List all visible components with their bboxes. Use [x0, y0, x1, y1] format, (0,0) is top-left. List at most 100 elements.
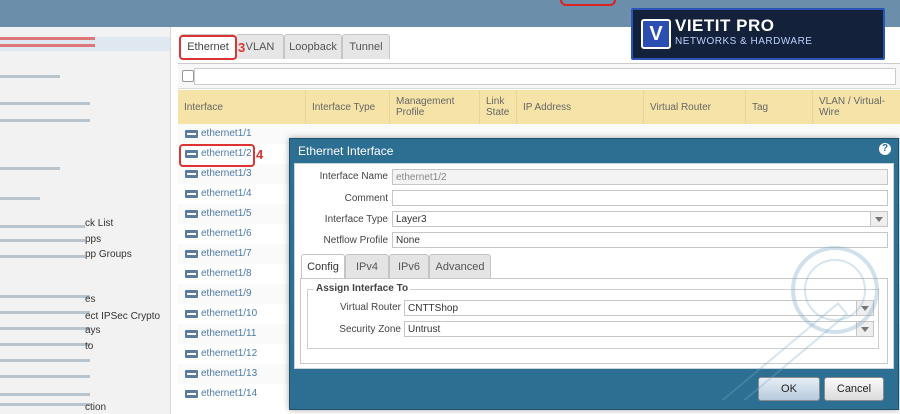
sidebar-bar [0, 44, 95, 47]
annotation-box-ethernet1-2 [179, 144, 255, 167]
vietit-pro-logo: V VIETIT PRO NETWORKS & HARDWARE [631, 8, 885, 60]
dialog-title: Ethernet Interface [298, 144, 394, 158]
ethernet-interface-dialog: Ethernet Interface ? Interface Name ethe… [289, 138, 899, 410]
ethernet-port-icon [185, 250, 198, 258]
interface-link[interactable]: ethernet1/6 [201, 228, 252, 239]
sidebar-bar [0, 393, 90, 396]
interface-name-field: ethernet1/2 [392, 169, 888, 185]
ethernet-port-icon [185, 210, 198, 218]
filter-bar [178, 63, 900, 89]
sidebar-item[interactable]: ction [85, 402, 106, 413]
tab-tunnel[interactable]: Tunnel [342, 34, 390, 59]
sidebar-bar [0, 311, 90, 314]
sidebar-bar [0, 403, 90, 406]
help-icon[interactable]: ? [879, 143, 891, 155]
highlighted-top-tab[interactable] [560, 0, 616, 6]
tab-ipv4[interactable]: IPv4 [345, 254, 389, 279]
sidebar-bar [0, 119, 90, 122]
netflow-profile-label: Netflow Profile [323, 235, 388, 246]
interface-link[interactable]: ethernet1/11 [201, 328, 256, 339]
interface-link[interactable]: ethernet1/7 [201, 248, 252, 259]
interface-link[interactable]: ethernet1/14 [201, 388, 257, 399]
sidebar-bar [0, 255, 85, 258]
sidebar-bar [0, 295, 90, 298]
config-panel: Assign Interface To Virtual Router CNTTS… [300, 278, 888, 364]
comment-field[interactable] [392, 190, 888, 206]
interface-link[interactable]: ethernet1/3 [201, 168, 252, 179]
tab-advanced[interactable]: Advanced [429, 254, 491, 279]
sidebar-item[interactable]: to [85, 341, 93, 352]
tab-ipv6[interactable]: IPv6 [389, 254, 429, 279]
interface-link[interactable]: ethernet1/9 [201, 288, 252, 299]
assign-interface-group: Assign Interface To Virtual Router CNTTS… [307, 283, 879, 349]
ethernet-port-icon [185, 230, 198, 238]
sidebar-bar [0, 197, 40, 200]
sidebar-bar [0, 239, 85, 242]
sidebar-item[interactable]: ect IPSec Crypto [85, 311, 160, 322]
sidebar-bar [0, 37, 95, 40]
security-zone-select[interactable]: Untrust [404, 321, 874, 337]
interface-type-select[interactable]: Layer3 [392, 211, 888, 227]
column-header-interface[interactable]: Interface [178, 90, 306, 124]
interface-type-label: Interface Type [324, 214, 388, 225]
interface-link[interactable]: ethernet1/1 [201, 128, 252, 139]
chevron-down-icon[interactable] [870, 212, 887, 226]
ethernet-port-icon [185, 190, 198, 198]
sidebar-bar [0, 75, 60, 78]
interface-name-label: Interface Name [319, 171, 388, 182]
sidebar-bar [0, 343, 90, 346]
ethernet-port-icon [185, 290, 198, 298]
interface-link[interactable]: ethernet1/4 [201, 188, 252, 199]
security-zone-value: Untrust [408, 324, 441, 335]
chevron-down-icon[interactable] [856, 322, 873, 336]
column-header-management-profile[interactable]: Management Profile [390, 90, 480, 124]
sidebar-item[interactable]: pps [85, 234, 101, 245]
interface-link[interactable]: ethernet1/12 [201, 348, 257, 359]
ok-button[interactable]: OK [758, 377, 820, 401]
assign-interface-legend: Assign Interface To [314, 283, 411, 294]
filter-icon[interactable] [182, 70, 194, 82]
logo-tagline: NETWORKS & HARDWARE [675, 36, 813, 47]
virtual-router-select[interactable]: CNTTShop [404, 300, 874, 316]
security-zone-label: Security Zone [339, 324, 401, 335]
ethernet-port-icon [185, 130, 198, 138]
sidebar-item[interactable]: ck List [85, 218, 113, 229]
cancel-button[interactable]: Cancel [824, 377, 884, 401]
annotation-step-3: 3 [238, 40, 246, 55]
ethernet-port-icon [185, 390, 198, 398]
chevron-down-icon[interactable] [856, 301, 873, 315]
column-header-vlan-virtual-wire[interactable]: VLAN / Virtual-Wire [813, 90, 900, 124]
sidebar-bar [0, 359, 90, 362]
sidebar-item[interactable]: pp Groups [85, 249, 132, 260]
sidebar-bar [0, 102, 90, 105]
tab-config[interactable]: Config [301, 254, 345, 280]
brand-mark-icon: V [641, 19, 671, 49]
column-header-ip-address[interactable]: IP Address [517, 90, 644, 124]
ethernet-port-icon [185, 350, 198, 358]
annotation-step-4: 4 [256, 147, 264, 162]
interface-link[interactable]: ethernet1/10 [201, 308, 257, 319]
sidebar-item[interactable]: es [85, 294, 96, 305]
column-header-interface-type[interactable]: Interface Type [306, 90, 390, 124]
virtual-router-value: CNTTShop [408, 303, 459, 314]
filter-input[interactable] [194, 68, 896, 85]
interface-type-value: Layer3 [396, 214, 427, 225]
ethernet-port-icon [185, 330, 198, 338]
column-header-link-state[interactable]: Link State [480, 90, 517, 124]
interface-link[interactable]: ethernet1/13 [201, 368, 257, 379]
annotation-box-ethernet-tab [179, 35, 237, 60]
column-header-virtual-router[interactable]: Virtual Router [644, 90, 746, 124]
column-header-tag[interactable]: Tag [746, 90, 813, 124]
ethernet-port-icon [185, 370, 198, 378]
sidebar-bar [0, 167, 60, 170]
comment-label: Comment [344, 193, 388, 204]
ethernet-port-icon [185, 270, 198, 278]
sidebar-bar [0, 327, 90, 330]
netflow-profile-select[interactable]: None [392, 232, 888, 248]
dialog-body: Interface Name ethernet1/2 Comment Inter… [294, 163, 894, 369]
tab-loopback[interactable]: Loopback [284, 34, 342, 59]
interface-link[interactable]: ethernet1/8 [201, 268, 252, 279]
interface-link[interactable]: ethernet1/5 [201, 208, 252, 219]
interface-table-header: Interface Interface Type Management Prof… [178, 90, 900, 125]
sidebar-item[interactable]: ays [85, 325, 101, 336]
